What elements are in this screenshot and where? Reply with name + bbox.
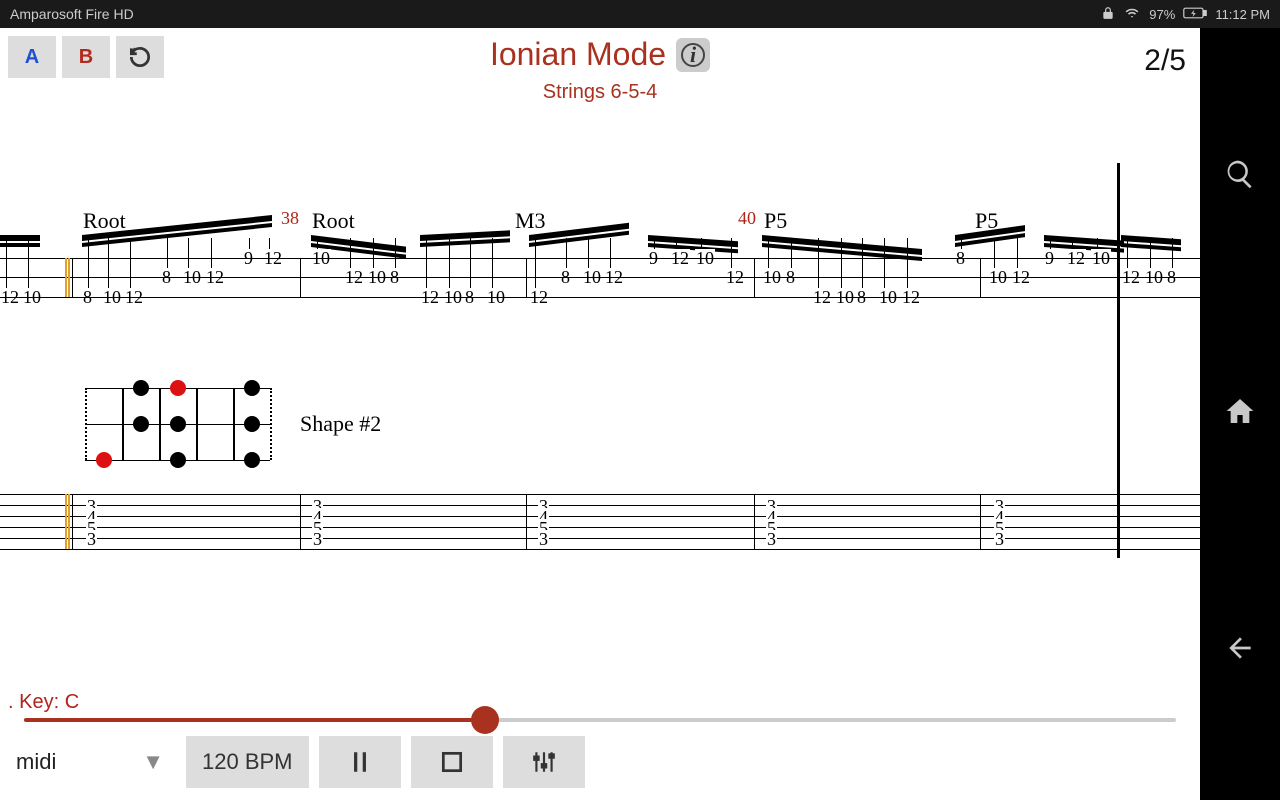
battery-icon: [1183, 6, 1207, 23]
scale-note-dot: [133, 416, 149, 432]
device-title: Amparosoft Fire HD: [10, 6, 1101, 22]
measure-number: 38: [281, 208, 299, 229]
info-button[interactable]: i: [676, 38, 710, 72]
scale-note-dot: [244, 380, 260, 396]
accomp-tab-staff[interactable]: 34533453345334533453: [0, 478, 1200, 556]
main-content: A B Ionian Mode i Strings 6-5-4 2/5 Root…: [0, 28, 1200, 800]
chevron-down-icon: ▼: [142, 749, 164, 775]
lesson-subtitle: Strings 6-5-4: [0, 81, 1200, 104]
scale-note-dot: [170, 416, 186, 432]
stop-button[interactable]: [411, 736, 493, 788]
page-indicator: 2/5: [1144, 44, 1186, 78]
interval-label: Root: [312, 208, 355, 234]
measure-number: 40: [738, 208, 756, 229]
root-note-dot: [96, 452, 112, 468]
status-icons: 97% 11:12 PM: [1101, 6, 1270, 23]
scale-note-dot: [244, 416, 260, 432]
audio-mode-dropdown[interactable]: midi ▼: [6, 738, 176, 786]
loop-b-button[interactable]: B: [62, 36, 110, 78]
scale-note-dot: [244, 452, 260, 468]
interval-label: M3: [515, 208, 546, 234]
wifi-icon: [1123, 6, 1141, 23]
interval-label: P5: [764, 208, 787, 234]
chord-fret-number: 3: [312, 530, 323, 548]
chord-fret-number: 3: [538, 530, 549, 548]
mixer-button[interactable]: [503, 736, 585, 788]
home-button[interactable]: [1224, 395, 1256, 432]
search-button[interactable]: [1224, 158, 1256, 195]
fretboard-diagram: [85, 388, 270, 460]
lesson-title-row: Ionian Mode i: [490, 36, 710, 73]
lock-icon: [1101, 6, 1115, 23]
shape-label: Shape #2: [300, 411, 381, 437]
chord-fret-number: 3: [766, 530, 777, 548]
loop-a-button[interactable]: A: [8, 36, 56, 78]
pause-button[interactable]: [319, 736, 401, 788]
scale-note-dot: [170, 452, 186, 468]
chord-fret-number: 3: [994, 530, 1005, 548]
scale-note-dot: [133, 380, 149, 396]
bpm-button[interactable]: 120 BPM: [186, 736, 309, 788]
reset-button[interactable]: [116, 36, 164, 78]
tempo-slider[interactable]: [24, 718, 1176, 722]
status-bar: Amparosoft Fire HD 97% 11:12 PM: [0, 0, 1280, 28]
lesson-title: Ionian Mode: [490, 36, 666, 73]
shape-diagram-area: Shape #2: [85, 388, 381, 460]
clock-time: 11:12 PM: [1215, 7, 1270, 22]
nav-sidebar: [1200, 28, 1280, 800]
back-button[interactable]: [1224, 632, 1256, 669]
root-note-dot: [170, 380, 186, 396]
audio-mode-value: midi: [16, 749, 56, 775]
key-label: . Key: C: [8, 691, 1188, 714]
lead-tab-staff[interactable]: 9121091210891210810121210881012121081012…: [0, 238, 1200, 316]
chord-fret-number: 3: [86, 530, 97, 548]
battery-percent: 97%: [1149, 7, 1175, 22]
